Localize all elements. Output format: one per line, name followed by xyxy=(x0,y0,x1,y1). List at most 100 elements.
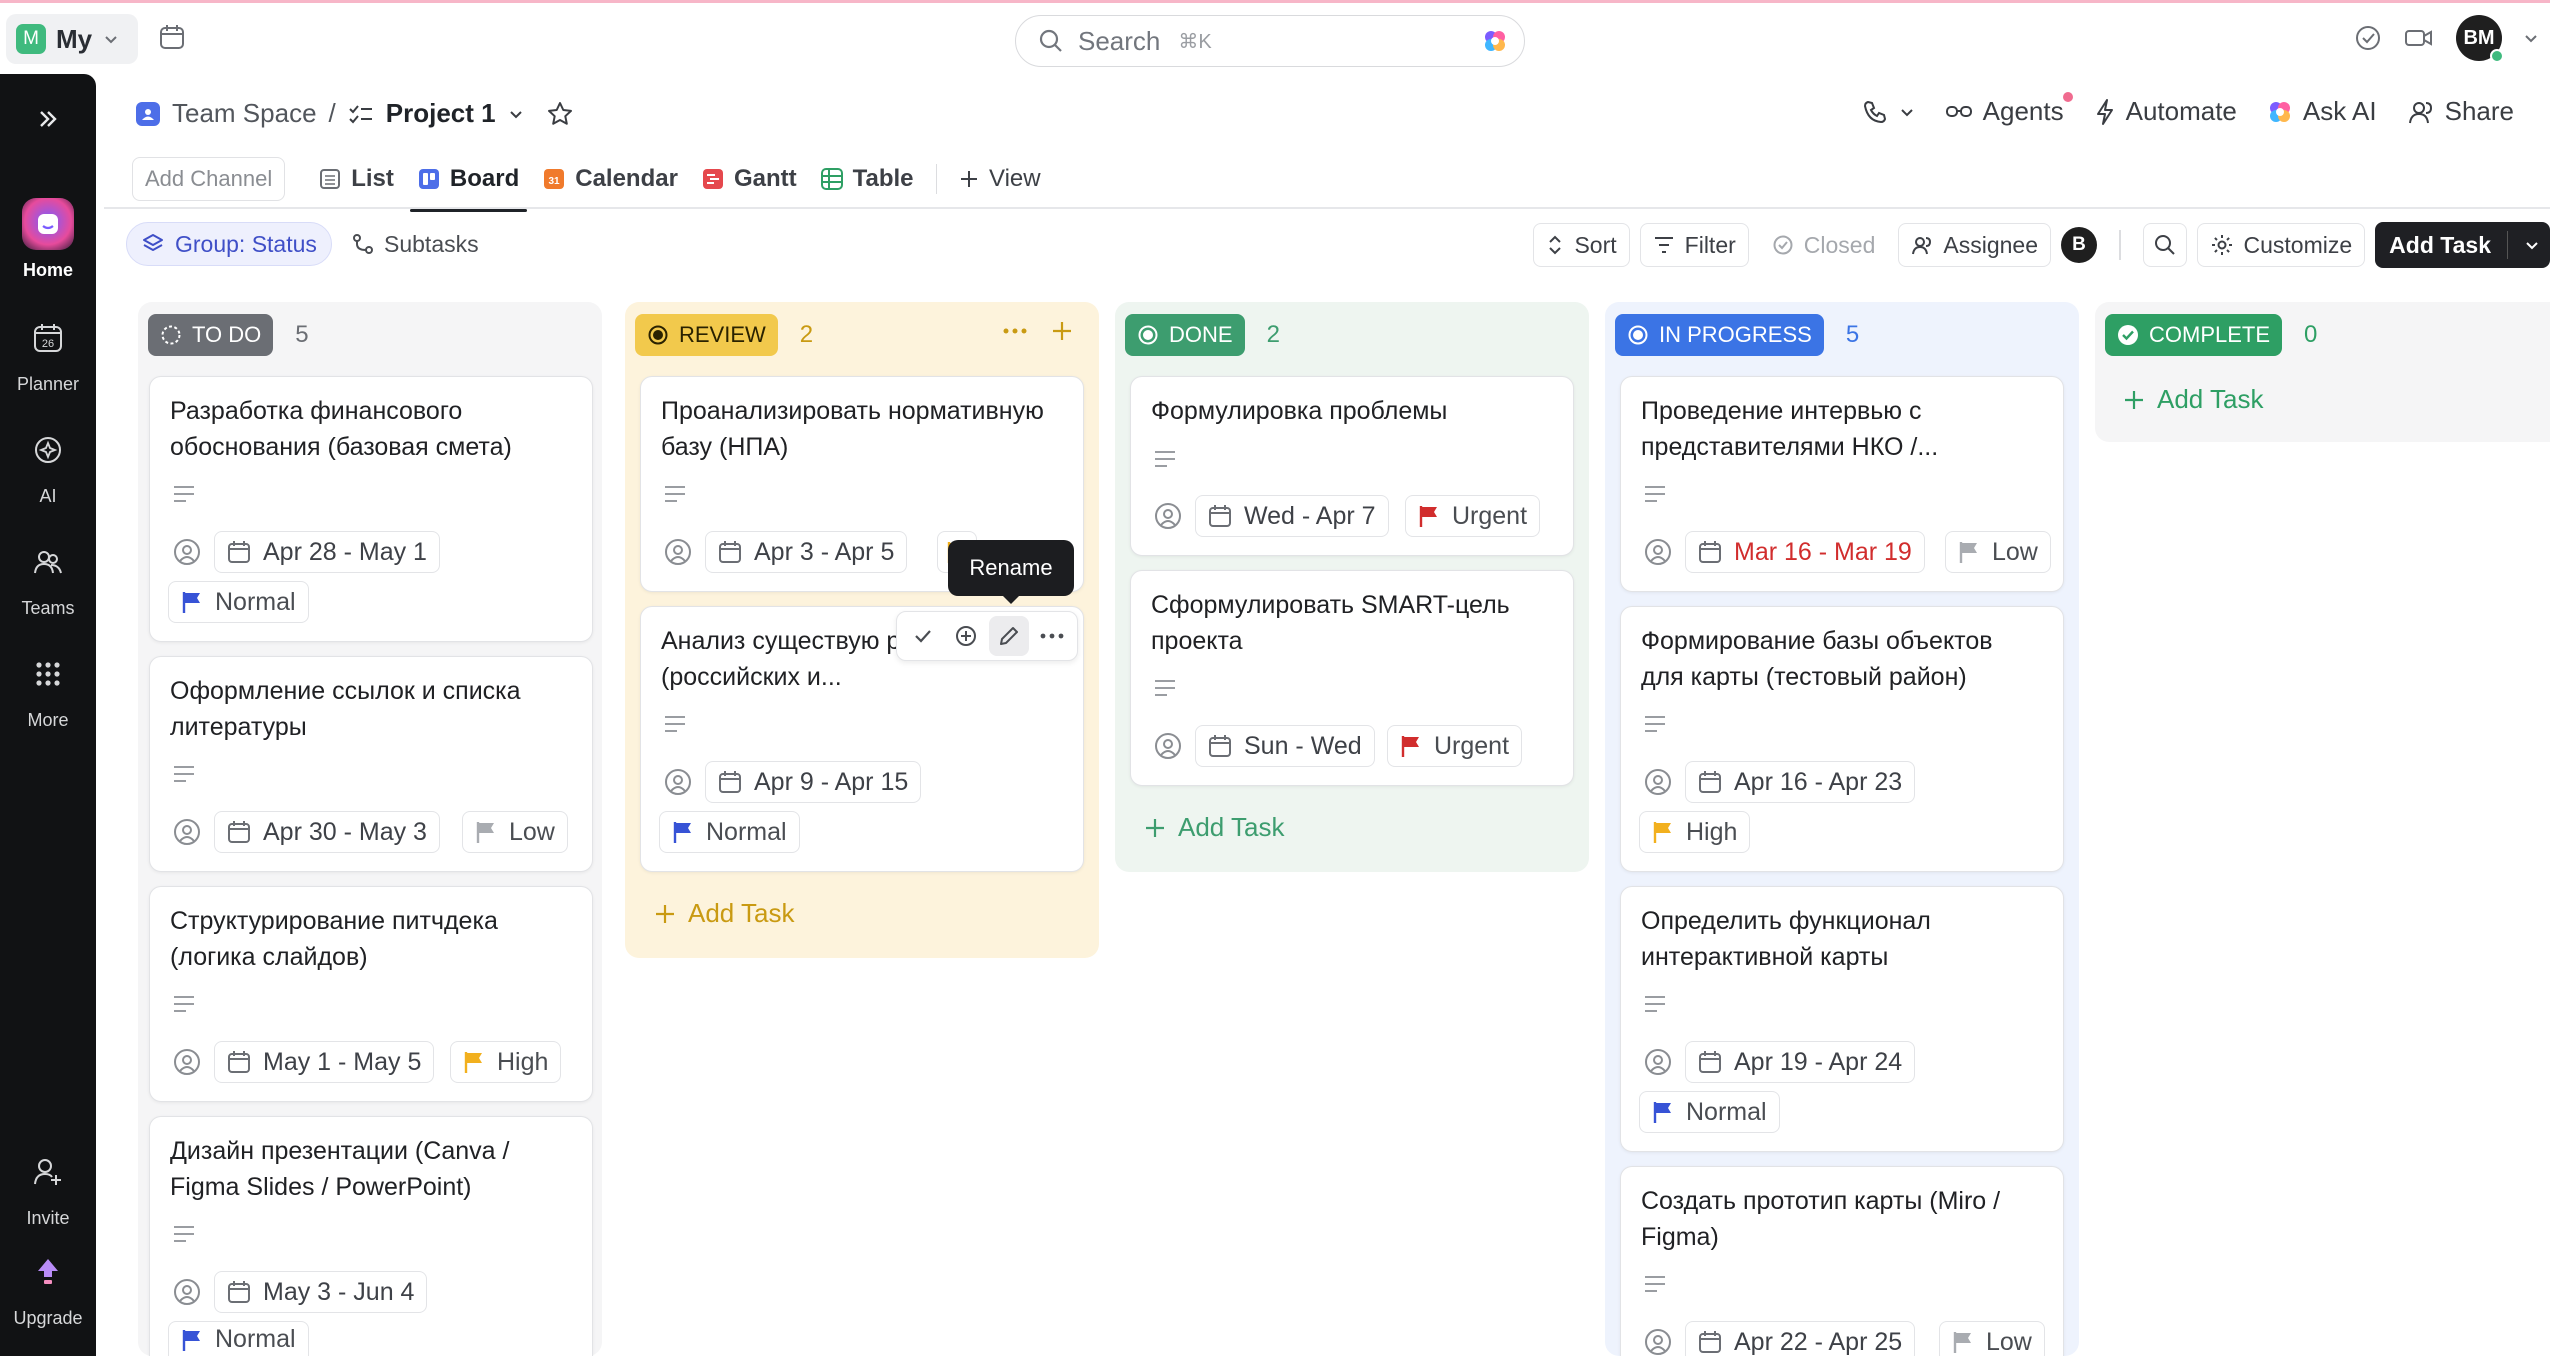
calendar-icon[interactable] xyxy=(158,23,186,51)
add-subtask-button[interactable] xyxy=(946,616,986,656)
tab-calendar[interactable]: 31 Calendar xyxy=(531,154,690,204)
ai-brain-icon[interactable] xyxy=(1482,28,1508,54)
status-pill[interactable]: DONE xyxy=(1125,314,1245,356)
sort-button[interactable]: Sort xyxy=(1533,223,1630,267)
search-input[interactable]: Search ⌘K xyxy=(1015,15,1525,67)
date-chip[interactable]: Apr 28 - May 1 xyxy=(214,531,440,573)
priority-chip[interactable]: Urgent xyxy=(1387,725,1523,767)
assignee-placeholder-icon[interactable] xyxy=(172,1277,202,1307)
task-card[interactable]: Структурирование питчдека (логика слайдо… xyxy=(149,886,593,1102)
date-chip[interactable]: Apr 9 - Apr 15 xyxy=(705,761,922,803)
more-dots-icon[interactable] xyxy=(1003,327,1027,335)
status-pill[interactable]: REVIEW xyxy=(635,314,778,356)
date-chip[interactable]: Apr 22 - Apr 25 xyxy=(1685,1321,1916,1356)
assignee-avatar[interactable]: B xyxy=(2061,227,2098,263)
filter-button[interactable]: Filter xyxy=(1639,223,1749,267)
tab-board[interactable]: Board xyxy=(406,154,531,212)
breadcrumb-space[interactable]: Team Space xyxy=(172,98,317,129)
status-pill[interactable]: IN PROGRESS xyxy=(1615,314,1824,356)
more-options-button[interactable] xyxy=(1032,616,1072,656)
check-circle-icon[interactable] xyxy=(2354,24,2382,52)
star-icon[interactable] xyxy=(546,100,574,128)
task-card[interactable]: Формирование базы объектов для карты (те… xyxy=(1620,606,2064,872)
tab-table[interactable]: Table xyxy=(809,154,926,204)
assignee-placeholder-icon[interactable] xyxy=(1643,767,1673,797)
rail-item-planner[interactable]: 26 Planner xyxy=(0,312,96,395)
task-card[interactable]: Оформление ссылок и списка литературы Ap… xyxy=(149,656,593,872)
assignee-placeholder-icon[interactable] xyxy=(1153,501,1183,531)
call-button[interactable] xyxy=(1861,98,1915,126)
ask-ai-button[interactable]: Ask AI xyxy=(2267,96,2377,127)
automate-button[interactable]: Automate xyxy=(2094,96,2237,127)
task-card[interactable]: Формулировка проблемы Wed - Apr 7 Urgent xyxy=(1130,376,1574,556)
chevron-down-icon[interactable] xyxy=(2524,31,2538,45)
invite-button[interactable]: Invite xyxy=(0,1146,96,1229)
date-chip[interactable]: Wed - Apr 7 xyxy=(1195,495,1389,537)
add-channel-button[interactable]: Add Channel xyxy=(132,157,286,201)
status-pill[interactable]: COMPLETE xyxy=(2105,314,2283,356)
tab-list[interactable]: List xyxy=(307,154,406,204)
task-card[interactable]: Проведение интервью с представителями НК… xyxy=(1620,376,2064,592)
plus-icon[interactable] xyxy=(1051,320,1073,342)
task-card[interactable]: Создать прототип карты (Miro / Figma) Ap… xyxy=(1620,1166,2064,1356)
priority-chip[interactable]: Normal xyxy=(168,1321,309,1356)
assignee-placeholder-icon[interactable] xyxy=(172,1047,202,1077)
workspace-switcher[interactable]: M My xyxy=(6,14,138,64)
rename-button[interactable] xyxy=(988,616,1029,656)
priority-chip[interactable]: Low xyxy=(1939,1321,2045,1356)
rail-item-more[interactable]: More xyxy=(0,648,96,731)
closed-toggle[interactable]: Closed xyxy=(1758,223,1889,267)
assignee-placeholder-icon[interactable] xyxy=(172,817,202,847)
assignee-placeholder-icon[interactable] xyxy=(1643,1047,1673,1077)
customize-button[interactable]: Customize xyxy=(2196,223,2366,267)
tab-gantt[interactable]: Gantt xyxy=(690,154,809,204)
assignee-placeholder-icon[interactable] xyxy=(1643,537,1673,567)
chevron-down-icon[interactable] xyxy=(2524,237,2540,253)
assignee-button[interactable]: Assignee xyxy=(1898,223,2052,267)
assignee-placeholder-icon[interactable] xyxy=(663,767,693,797)
priority-chip[interactable]: Normal xyxy=(1639,1091,1780,1133)
add-task-button[interactable]: Add Task xyxy=(2375,222,2550,268)
priority-chip[interactable]: Normal xyxy=(168,581,309,623)
add-view-button[interactable]: View xyxy=(947,154,1053,204)
expand-sidebar-button[interactable] xyxy=(0,106,96,132)
chevron-down-icon[interactable] xyxy=(508,106,524,122)
task-card[interactable]: Дизайн презентации (Canva / Figma Slides… xyxy=(149,1116,593,1356)
priority-chip[interactable]: Urgent xyxy=(1405,495,1541,537)
priority-chip[interactable]: Low xyxy=(462,811,568,853)
task-card[interactable]: Разработка финансового обоснования (базо… xyxy=(149,376,593,642)
share-button[interactable]: Share xyxy=(2407,96,2514,127)
priority-chip[interactable]: High xyxy=(1639,811,1751,853)
mark-complete-button[interactable] xyxy=(903,616,943,656)
status-pill[interactable]: TO DO xyxy=(148,314,274,356)
video-icon[interactable] xyxy=(2404,24,2434,52)
date-chip[interactable]: May 1 - May 5 xyxy=(214,1041,435,1083)
assignee-placeholder-icon[interactable] xyxy=(663,537,693,567)
task-card[interactable]: Сформулировать SMART-цель проекта Sun - … xyxy=(1130,570,1574,786)
agents-button[interactable]: Agents xyxy=(1945,92,2073,127)
date-chip[interactable]: Apr 3 - Apr 5 xyxy=(705,531,908,573)
upgrade-button[interactable]: Upgrade xyxy=(0,1246,96,1329)
priority-chip[interactable]: High xyxy=(450,1041,562,1083)
user-avatar[interactable]: BM xyxy=(2456,15,2504,63)
add-task-link[interactable]: Add Task xyxy=(1144,812,1284,843)
breadcrumb-project[interactable]: Project 1 xyxy=(386,98,496,129)
date-chip[interactable]: Apr 19 - Apr 24 xyxy=(1685,1041,1916,1083)
assignee-placeholder-icon[interactable] xyxy=(1643,1327,1673,1356)
search-button[interactable] xyxy=(2142,223,2187,267)
date-chip[interactable]: Sun - Wed xyxy=(1195,725,1375,767)
group-by-button[interactable]: Group: Status xyxy=(126,222,332,266)
add-task-link[interactable]: Add Task xyxy=(654,898,794,929)
priority-chip[interactable]: Low xyxy=(1945,531,2051,573)
assignee-placeholder-icon[interactable] xyxy=(1153,731,1183,761)
rail-item-teams[interactable]: Teams xyxy=(0,536,96,619)
rail-item-ai[interactable]: AI xyxy=(0,424,96,507)
date-chip[interactable]: Apr 16 - Apr 23 xyxy=(1685,761,1916,803)
date-chip-overdue[interactable]: Mar 16 - Mar 19 xyxy=(1685,531,1925,573)
add-task-link[interactable]: Add Task xyxy=(2123,384,2263,415)
task-card[interactable]: Определить функционал интерактивной карт… xyxy=(1620,886,2064,1152)
date-chip[interactable]: May 3 - Jun 4 xyxy=(214,1271,428,1313)
rail-item-home[interactable]: Home xyxy=(0,198,96,281)
subtasks-button[interactable]: Subtasks xyxy=(338,222,493,266)
date-chip[interactable]: Apr 30 - May 3 xyxy=(214,811,440,853)
